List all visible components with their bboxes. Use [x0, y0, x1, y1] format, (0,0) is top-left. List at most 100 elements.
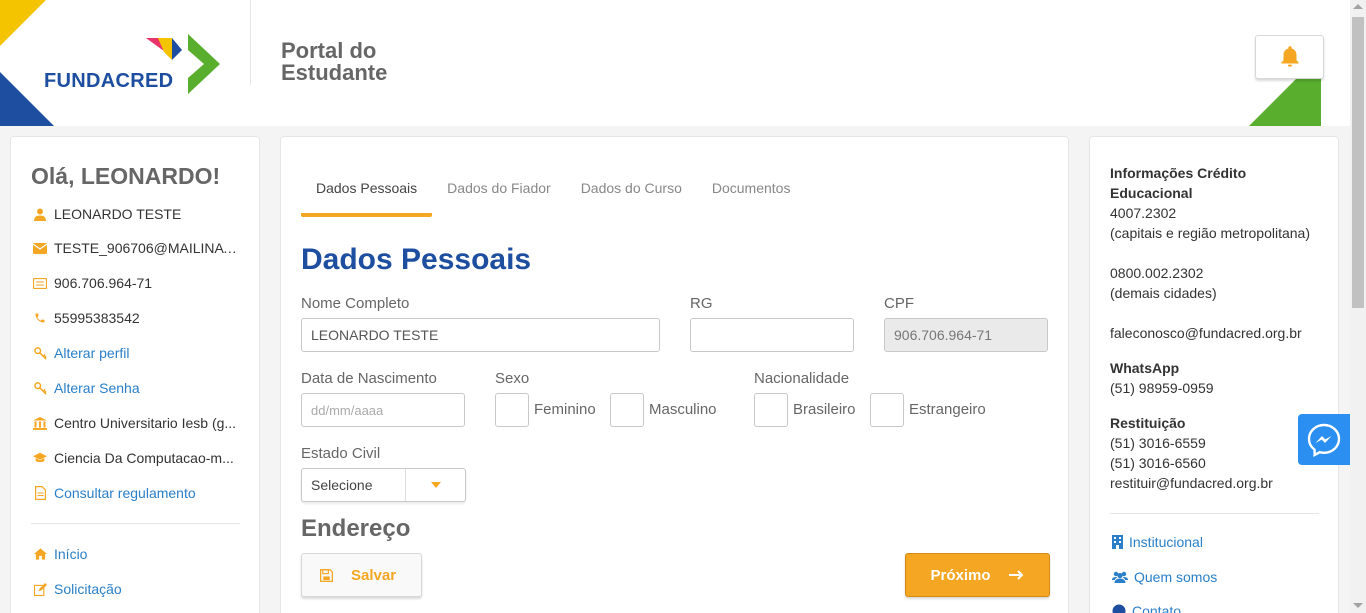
- graduation-cap-icon: [33, 451, 47, 465]
- alterar-perfil-link[interactable]: Alterar perfil: [33, 343, 243, 363]
- phone-icon: [33, 311, 47, 325]
- contato-link[interactable]: Contato: [1112, 603, 1181, 613]
- salvar-label: Salvar: [351, 566, 397, 584]
- sidebar-item-label[interactable]: Alterar perfil: [54, 345, 129, 361]
- key-icon: [33, 346, 47, 360]
- endereco-title: Endereço: [301, 515, 411, 542]
- page: FUNDACRED Portal do Estudante Olá, LEONA…: [0, 0, 1366, 613]
- sidebar-item-institution: Centro Universitario Iesb (g...: [33, 413, 243, 433]
- document-icon: [33, 486, 47, 500]
- credito-phone2: 0800.002.2302: [1110, 265, 1204, 281]
- building-icon: [1112, 535, 1123, 549]
- nav-inicio-link[interactable]: Início: [33, 544, 243, 564]
- edit-icon: [33, 582, 47, 596]
- sidebar-item-cpf: 906.706.964-71: [33, 273, 243, 293]
- sexo-feminino-label: Feminino: [534, 401, 596, 418]
- institucional-label[interactable]: Institucional: [1129, 534, 1203, 550]
- cpf-input: 906.706.964-71: [884, 318, 1048, 352]
- sexo-feminino-checkbox[interactable]: [495, 393, 529, 427]
- sidebar-item-label: LEONARDO TESTE: [54, 206, 182, 222]
- estado-civil-value: Selecione: [302, 469, 406, 501]
- nome-label: Nome Completo: [301, 295, 410, 312]
- sidebar-item-phone: 55995383542: [33, 308, 243, 328]
- restituicao-title: Restituição: [1110, 415, 1186, 431]
- sidebar-item-email: TESTE_906706@MAILINATOR.COM: [33, 238, 243, 258]
- nacionalidade-estrangeiro-label: Estrangeiro: [909, 401, 986, 418]
- sidebar-item-label[interactable]: Início: [54, 546, 87, 562]
- institucional-link[interactable]: Institucional: [1112, 534, 1203, 550]
- quem-somos-label[interactable]: Quem somos: [1134, 569, 1217, 585]
- messenger-icon: [1307, 423, 1341, 457]
- tab-documentos[interactable]: Documentos: [697, 175, 806, 217]
- tab-dados-pessoais[interactable]: Dados Pessoais: [301, 175, 433, 217]
- institution-icon: [33, 416, 47, 430]
- sidebar-item-label: Ciencia Da Computacao-m...: [54, 450, 234, 466]
- tab-dados-do-fiador[interactable]: Dados do Fiador: [432, 175, 566, 217]
- form-tabs: Dados Pessoais Dados do Fiador Dados do …: [301, 175, 805, 217]
- whatsapp-phone: (51) 98959-0959: [1110, 380, 1214, 396]
- rg-input[interactable]: [690, 318, 854, 352]
- id-card-icon: [33, 276, 47, 290]
- estado-civil-label: Estado Civil: [301, 445, 381, 462]
- credito-phone1: 4007.2302: [1110, 205, 1177, 221]
- credito-phone1-note: (capitais e região metropolitana): [1110, 225, 1310, 241]
- sexo-label: Sexo: [495, 370, 530, 387]
- logo-text: FUNDACRED: [44, 70, 174, 92]
- salvar-button[interactable]: Salvar: [301, 553, 422, 597]
- caret-down-icon: [406, 469, 465, 501]
- scroll-up-icon[interactable]: [1353, 4, 1363, 9]
- alterar-senha-link[interactable]: Alterar Senha: [33, 378, 243, 398]
- header-divider: [250, 0, 251, 85]
- restituicao-phone1: (51) 3016-6559: [1110, 435, 1206, 451]
- nacionalidade-estrangeiro-checkbox[interactable]: [870, 393, 904, 427]
- arrow-right-icon: [1008, 570, 1025, 580]
- nav-solicitacao-link[interactable]: Solicitação: [33, 579, 243, 599]
- nascimento-label: Data de Nascimento: [301, 370, 437, 387]
- contact-info-card: Informações Crédito Educacional 4007.230…: [1089, 136, 1339, 613]
- tab-dados-do-curso[interactable]: Dados do Curso: [566, 175, 697, 217]
- nacionalidade-brasileiro-checkbox[interactable]: [754, 393, 788, 427]
- proximo-label: Próximo: [930, 566, 991, 584]
- info-divider: [1110, 513, 1319, 514]
- contato-label[interactable]: Contato: [1132, 603, 1181, 613]
- whatsapp-title: WhatsApp: [1110, 360, 1180, 376]
- key-icon: [33, 381, 47, 395]
- restituicao-phone2: (51) 3016-6560: [1110, 455, 1206, 471]
- scroll-down-icon[interactable]: [1353, 603, 1363, 608]
- notifications-button[interactable]: [1255, 35, 1324, 79]
- quem-somos-link[interactable]: Quem somos: [1112, 569, 1217, 585]
- main-form-card: Dados Pessoais Dados do Fiador Dados do …: [280, 136, 1069, 613]
- credito-phone2-note: (demais cidades): [1110, 285, 1217, 301]
- rg-label: RG: [690, 295, 713, 312]
- contact-icon: [1112, 604, 1126, 613]
- sidebar-item-label: Centro Universitario Iesb (g...: [54, 415, 237, 431]
- consultar-regulamento-link[interactable]: Consultar regulamento: [33, 483, 243, 503]
- sidebar-item-label[interactable]: Alterar Senha: [54, 380, 140, 396]
- user-icon: [33, 207, 47, 221]
- user-sidebar: Olá, LEONARDO! LEONARDO TESTE TESTE_9067…: [10, 136, 260, 613]
- faleconosco-email: faleconosco@fundacred.org.br: [1110, 325, 1302, 341]
- proximo-button[interactable]: Próximo: [905, 553, 1050, 597]
- sidebar-item-label: 906.706.964-71: [54, 275, 153, 291]
- nacionalidade-label: Nacionalidade: [754, 370, 850, 387]
- restituicao-email: restituir@fundacred.org.br: [1110, 475, 1273, 491]
- sidebar-item-label: 55995383542: [54, 310, 140, 326]
- envelope-icon: [33, 241, 47, 255]
- sidebar-divider: [31, 523, 240, 524]
- header: FUNDACRED Portal do Estudante: [0, 0, 1350, 126]
- sidebar-item-label[interactable]: Solicitação: [54, 581, 122, 597]
- nacionalidade-brasileiro-label: Brasileiro: [793, 401, 856, 418]
- users-icon: [1112, 571, 1128, 583]
- section-title: Dados Pessoais: [301, 243, 532, 276]
- portal-title: Portal do Estudante: [281, 38, 388, 85]
- home-icon: [33, 547, 47, 561]
- nome-completo-input[interactable]: LEONARDO TESTE: [301, 318, 660, 352]
- sexo-masculino-checkbox[interactable]: [610, 393, 644, 427]
- data-nascimento-input[interactable]: dd/mm/aaaa: [301, 393, 465, 427]
- estado-civil-select[interactable]: Selecione: [301, 468, 466, 502]
- sidebar-item-label[interactable]: Consultar regulamento: [54, 485, 196, 501]
- greeting: Olá, LEONARDO!: [31, 163, 221, 189]
- sidebar-item-label: TESTE_906706@MAILINATOR.COM: [54, 240, 243, 256]
- scrollbar-thumb[interactable]: [1352, 17, 1364, 308]
- messenger-chat-button[interactable]: [1298, 414, 1350, 465]
